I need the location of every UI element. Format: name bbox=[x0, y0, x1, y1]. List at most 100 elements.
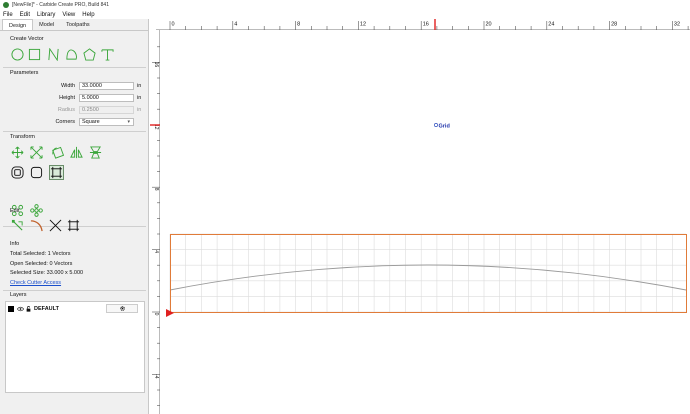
polygon-icon bbox=[83, 48, 96, 61]
ruler-x-label: 8 bbox=[297, 22, 300, 28]
ruler-y-label: -4 bbox=[153, 374, 159, 379]
ruler-x-label: 0 bbox=[172, 22, 175, 28]
grid bbox=[169, 233, 686, 313]
divider bbox=[3, 131, 146, 132]
tab-toolpaths[interactable]: Toolpaths bbox=[60, 19, 96, 30]
ruler-x-label: 20 bbox=[486, 22, 492, 28]
selected-size: Selected Size: 33.000 x 5.000 bbox=[10, 270, 84, 276]
edit-node-button[interactable] bbox=[10, 218, 25, 233]
parameters-heading: Parameters bbox=[10, 70, 39, 76]
trim-edit-button[interactable] bbox=[48, 218, 63, 233]
gear-icon bbox=[119, 306, 125, 311]
app-window: [NewFile]* - Carbide Create PRO, Build 8… bbox=[0, 0, 690, 414]
eye-icon[interactable] bbox=[17, 306, 24, 312]
offset-icon bbox=[11, 166, 24, 179]
ruler-y-label: 0 bbox=[153, 313, 159, 316]
rectangle-tool-button[interactable] bbox=[27, 47, 42, 62]
layers-list: DEFAULT bbox=[5, 301, 145, 393]
menu-help[interactable]: Help bbox=[82, 12, 94, 18]
app-logo-icon bbox=[3, 2, 9, 8]
polygon-tool-button[interactable] bbox=[82, 47, 97, 62]
circular-array-icon bbox=[30, 204, 43, 217]
node-edit-icon bbox=[30, 166, 43, 179]
horizontal-ruler: 0 4 8 12 16 20 24 28 32 bbox=[156, 19, 690, 30]
rectangle-icon bbox=[28, 48, 41, 61]
ruler-x-label: 24 bbox=[548, 22, 554, 28]
selection-rectangle[interactable] bbox=[170, 234, 687, 313]
ruler-x-label: 4 bbox=[234, 22, 237, 28]
layer-color-swatch[interactable] bbox=[8, 305, 14, 312]
radius-label: Radius bbox=[57, 107, 75, 113]
tab-design[interactable]: Design bbox=[2, 19, 34, 30]
layers-heading: Layers bbox=[10, 292, 27, 298]
arc-vector[interactable] bbox=[169, 264, 687, 291]
curve-tool-button[interactable] bbox=[64, 47, 79, 62]
canvas-drawing[interactable]: Grid bbox=[160, 31, 690, 414]
lock-icon[interactable] bbox=[26, 305, 31, 312]
ruler-y-label: 16 bbox=[153, 62, 159, 68]
width-input[interactable]: 33.0000 bbox=[79, 82, 134, 90]
ruler-x-label: 28 bbox=[611, 22, 617, 28]
align-icon bbox=[89, 146, 102, 159]
tab-model[interactable]: Model bbox=[33, 19, 60, 30]
node-edit-icon bbox=[11, 219, 23, 231]
node-edit-tool-button[interactable] bbox=[29, 165, 44, 180]
smooth-icon bbox=[30, 220, 43, 232]
text-tool-button[interactable] bbox=[100, 47, 115, 62]
scale-icon bbox=[30, 146, 43, 159]
ruler-x-label: 32 bbox=[674, 22, 680, 28]
corners-select[interactable]: Square ▾ bbox=[79, 118, 134, 126]
panel-tabs: Design Model Toolpaths bbox=[0, 19, 148, 31]
menu-edit[interactable]: Edit bbox=[20, 12, 30, 18]
window-title: [NewFile]* - Carbide Create PRO, Build 8… bbox=[12, 2, 109, 8]
ruler-y-label: 4 bbox=[153, 250, 159, 253]
chevron-down-icon: ▾ bbox=[127, 119, 130, 125]
radius-input[interactable]: 0.2500 bbox=[79, 106, 134, 114]
layer-settings-button[interactable] bbox=[106, 304, 138, 313]
check-cutter-access-link[interactable]: Check Cutter Access bbox=[10, 280, 61, 286]
circle-icon bbox=[11, 48, 24, 61]
ruler-y-label: 8 bbox=[153, 188, 159, 191]
left-panel: Design Model Toolpaths Create Vector Par… bbox=[0, 19, 149, 414]
mirror-tool-button[interactable] bbox=[69, 145, 84, 160]
design-canvas[interactable]: Grid bbox=[160, 31, 690, 414]
menu-file[interactable]: File bbox=[3, 12, 13, 18]
scale-tool-button[interactable] bbox=[29, 145, 44, 160]
offset-tool-button[interactable] bbox=[10, 165, 25, 180]
mirror-icon bbox=[70, 146, 83, 159]
grid-origin-marker[interactable]: Grid bbox=[434, 123, 450, 130]
rotate-icon bbox=[52, 146, 64, 159]
trim-tool-button[interactable] bbox=[49, 165, 64, 180]
width-unit: in bbox=[137, 83, 142, 89]
circle-tool-button[interactable] bbox=[10, 47, 25, 62]
polyline-tool-button[interactable] bbox=[46, 47, 61, 62]
menu-library[interactable]: Library bbox=[37, 12, 55, 18]
corners-value: Square bbox=[82, 119, 100, 125]
title-bar: [NewFile]* - Carbide Create PRO, Build 8… bbox=[0, 0, 690, 10]
open-selected: Open Selected: 0 Vectors bbox=[10, 261, 73, 267]
trim-icon bbox=[49, 219, 62, 232]
text-icon bbox=[101, 49, 114, 61]
align-tool-button[interactable] bbox=[88, 145, 103, 160]
divider bbox=[3, 67, 146, 68]
menu-bar: File Edit Library View Help bbox=[0, 10, 690, 19]
rotate-tool-button[interactable] bbox=[50, 145, 65, 160]
circular-array-tool-button[interactable] bbox=[29, 203, 44, 218]
height-input[interactable]: 5.0000 bbox=[79, 94, 134, 102]
box-select-button[interactable] bbox=[66, 218, 81, 233]
layer-row[interactable]: DEFAULT bbox=[8, 304, 142, 313]
transform-heading: Transform bbox=[10, 134, 35, 140]
box-select-icon bbox=[67, 219, 80, 232]
height-unit: in bbox=[137, 95, 142, 101]
radius-unit: in bbox=[137, 107, 142, 113]
menu-view[interactable]: View bbox=[62, 12, 75, 18]
grid-anchor-icon bbox=[434, 123, 438, 127]
smooth-button[interactable] bbox=[29, 218, 44, 233]
corners-label: Corners bbox=[55, 119, 75, 125]
divider bbox=[3, 290, 146, 291]
total-selected: Total Selected: 1 Vectors bbox=[10, 251, 71, 257]
grid-label: Grid bbox=[439, 124, 450, 130]
move-tool-button[interactable] bbox=[10, 145, 25, 160]
curve-icon bbox=[66, 49, 77, 60]
layer-name: DEFAULT bbox=[34, 305, 59, 312]
